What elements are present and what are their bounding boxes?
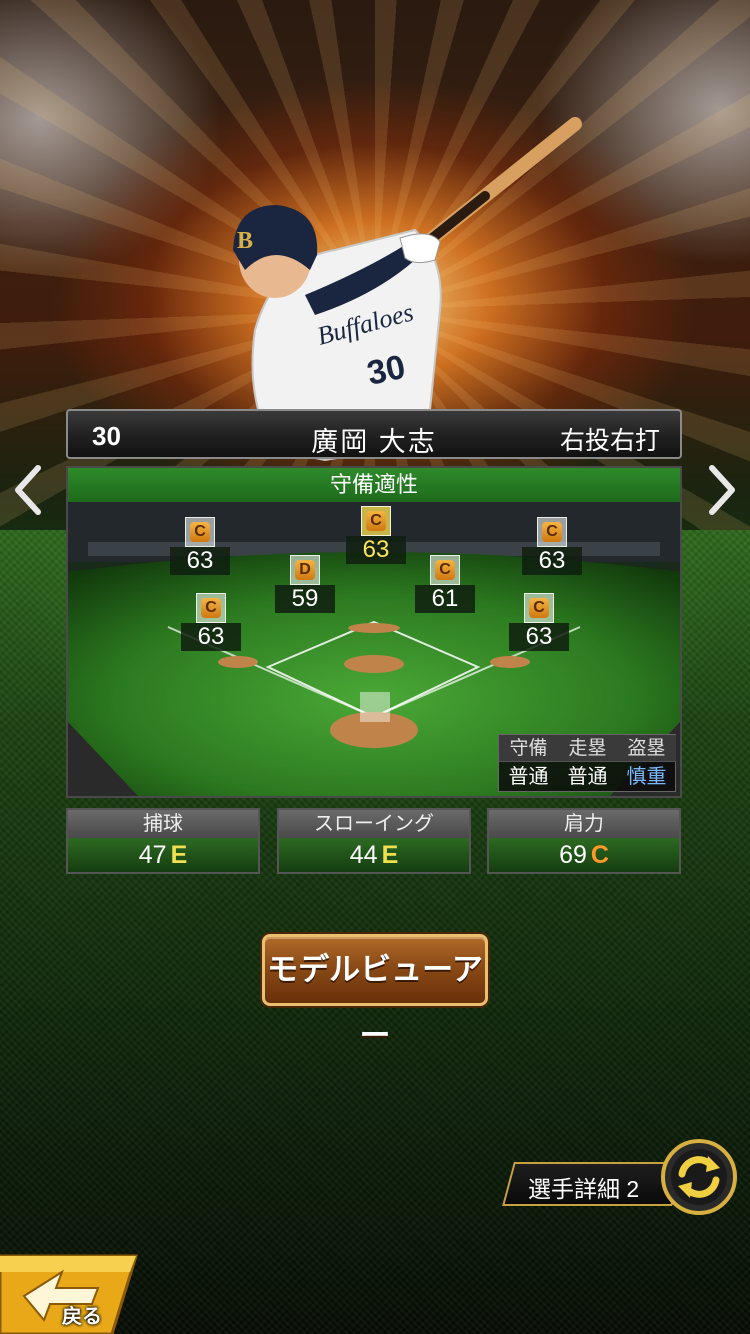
stat-grade: C [590,841,609,869]
position-first-base: C 63 [509,593,569,659]
grade-badge: C [529,598,549,618]
position-third-base: C 63 [181,593,241,659]
position-value: 63 [170,547,230,575]
position-right-field: C 63 [522,517,582,583]
grade-badge: C [190,522,210,542]
stat-grade: E [170,841,188,869]
speed-value-defense: 普通 [508,766,549,788]
swap-icon[interactable] [660,1138,738,1216]
grade-badge: C [201,598,221,618]
speed-value-running: 普通 [567,766,608,788]
stat-throwing: スローイング 44 E [277,808,471,874]
speed-header-running: 走塁 [558,735,617,762]
baseball-field: C 63 C 63 C 63 D 59 C 61 C 63 C 63 守備 普通… [68,502,680,796]
handedness: 右投右打 [559,427,660,455]
grade-badge: D [295,560,315,580]
player-detail-label: 選手詳細 2 [528,1176,640,1202]
chevron-right-icon[interactable] [700,460,744,520]
speed-value-stealing: 慎重 [626,766,667,788]
svg-text:B: B [237,228,253,254]
position-value: 63 [509,623,569,651]
stat-value: 44 [349,841,378,869]
stat-label: 捕球 [68,810,258,838]
stat-arm-strength: 肩力 69 C [487,808,681,874]
stat-label: 肩力 [489,810,679,838]
position-second-base: C 61 [415,555,475,621]
catcher-marker [360,692,390,722]
position-shortstop: D 59 [275,555,335,621]
position-center-field: C 63 [346,506,406,572]
chevron-left-icon[interactable] [6,460,50,520]
model-viewer-button[interactable]: モデルビューアー [262,934,488,1053]
svg-text:30: 30 [364,348,409,393]
stat-grade: E [381,841,399,869]
grade-badge: C [542,522,562,542]
grade-badge: C [435,560,455,580]
position-left-field: C 63 [170,517,230,583]
defense-title: 守備適性 [68,468,680,502]
speed-header-stealing: 盗塁 [617,735,676,762]
stat-catching: 捕球 47 E [66,808,260,874]
speed-header-defense: 守備 [499,735,558,762]
grade-badge: C [366,511,386,531]
stat-value: 47 [138,841,167,869]
position-value: 61 [415,585,475,613]
speed-ratings: 守備 普通 走塁 普通 盗塁 慎重 [498,734,676,792]
defense-aptitude-panel: 守備適性 C 63 C 63 C 63 D 59 C 61 C 63 C 63 … [66,466,682,798]
stat-label: スローイング [279,810,469,838]
stat-value: 69 [559,841,587,869]
position-value: 63 [181,623,241,651]
position-value: 59 [275,585,335,613]
player-detail-button[interactable]: 選手詳細 2 [502,1160,684,1208]
position-value: 63 [522,547,582,575]
position-value: 63 [346,536,406,564]
back-label: 戻る [62,1306,102,1328]
player-info-bar: 30 廣岡 大志 右投右打 [66,409,682,459]
